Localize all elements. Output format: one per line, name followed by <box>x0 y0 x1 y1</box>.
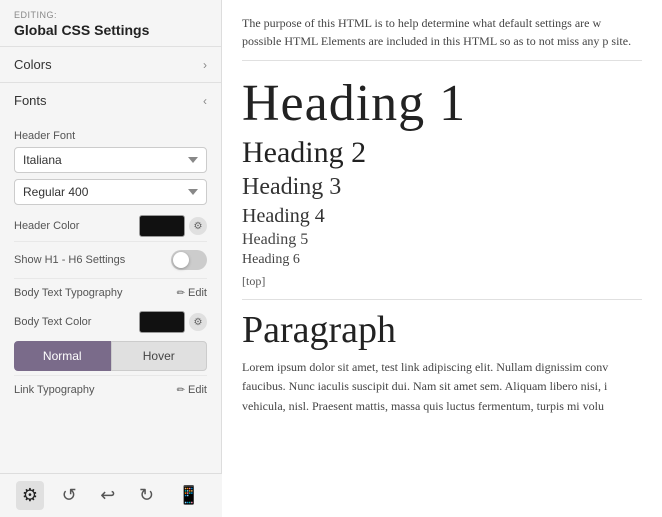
link-tab-row: Normal Hover <box>14 341 207 371</box>
preview-intro-text: The purpose of this HTML is to help dete… <box>242 14 642 61</box>
bottom-toolbar: ⚙ ↺ ↩ ↻ 📱 <box>0 473 222 517</box>
font-family-dropdown[interactable]: Italiana <box>14 147 207 173</box>
header-color-row: Header Color ⚙ <box>14 215 207 237</box>
header-color-controls: ⚙ <box>139 215 207 237</box>
header-color-picker-icon[interactable]: ⚙ <box>189 217 207 235</box>
panel-title: Global CSS Settings <box>0 20 221 46</box>
fonts-chevron-icon: ‹ <box>203 94 207 108</box>
editing-label: EDITING: Global CSS Settings <box>0 0 221 46</box>
settings-toolbar-icon[interactable]: ⚙ <box>16 481 44 510</box>
colors-label: Colors <box>14 57 52 72</box>
fonts-label: Fonts <box>14 93 47 108</box>
fonts-section-content: Header Font Italiana Regular 400 Header … <box>0 118 221 414</box>
redo-toolbar-icon[interactable]: ↻ <box>133 481 160 510</box>
preview-heading-6: Heading 6 <box>242 252 642 268</box>
preview-heading-3: Heading 3 <box>242 174 642 201</box>
undo-toolbar-icon[interactable]: ↩ <box>94 481 121 510</box>
fonts-section-header[interactable]: Fonts ‹ <box>0 82 221 118</box>
body-text-color-controls: ⚙ <box>139 311 207 333</box>
link-typography-label: Link Typography <box>14 384 95 396</box>
preview-paragraph-text: Lorem ipsum dolor sit amet, test link ad… <box>242 358 642 416</box>
body-text-color-label: Body Text Color <box>14 316 91 328</box>
body-text-color-picker-icon[interactable]: ⚙ <box>189 313 207 331</box>
history-toolbar-icon[interactable]: ↺ <box>56 481 83 510</box>
colors-section-header[interactable]: Colors › <box>0 46 221 82</box>
preview-panel: The purpose of this HTML is to help dete… <box>222 0 662 517</box>
header-color-swatch[interactable] <box>139 215 185 237</box>
normal-tab-button[interactable]: Normal <box>14 341 111 371</box>
body-text-color-row: Body Text Color ⚙ <box>14 311 207 333</box>
link-typography-row: Link Typography Edit <box>14 375 207 404</box>
preview-top-link[interactable]: [top] <box>242 274 642 300</box>
preview-heading-2: Heading 2 <box>242 136 642 170</box>
header-color-label: Header Color <box>14 220 79 232</box>
body-text-color-swatch[interactable] <box>139 311 185 333</box>
preview-paragraph-heading: Paragraph <box>242 308 642 352</box>
font-weight-dropdown[interactable]: Regular 400 <box>14 179 207 205</box>
show-h1-h6-label: Show H1 - H6 Settings <box>14 254 125 266</box>
show-h1-h6-toggle[interactable] <box>171 250 207 270</box>
mobile-toolbar-icon[interactable]: 📱 <box>172 481 206 510</box>
body-text-typography-label: Body Text Typography <box>14 287 122 299</box>
header-font-label: Header Font <box>14 130 207 142</box>
preview-heading-1: Heading 1 <box>242 75 642 132</box>
body-text-typography-edit-button[interactable]: Edit <box>177 287 207 299</box>
colors-chevron-icon: › <box>203 58 207 72</box>
hover-tab-button[interactable]: Hover <box>111 341 208 371</box>
preview-heading-4: Heading 4 <box>242 205 642 228</box>
preview-heading-5: Heading 5 <box>242 231 642 249</box>
body-text-typography-row: Body Text Typography Edit <box>14 278 207 307</box>
link-typography-edit-button[interactable]: Edit <box>177 384 207 396</box>
show-h1-h6-row: Show H1 - H6 Settings <box>14 241 207 278</box>
